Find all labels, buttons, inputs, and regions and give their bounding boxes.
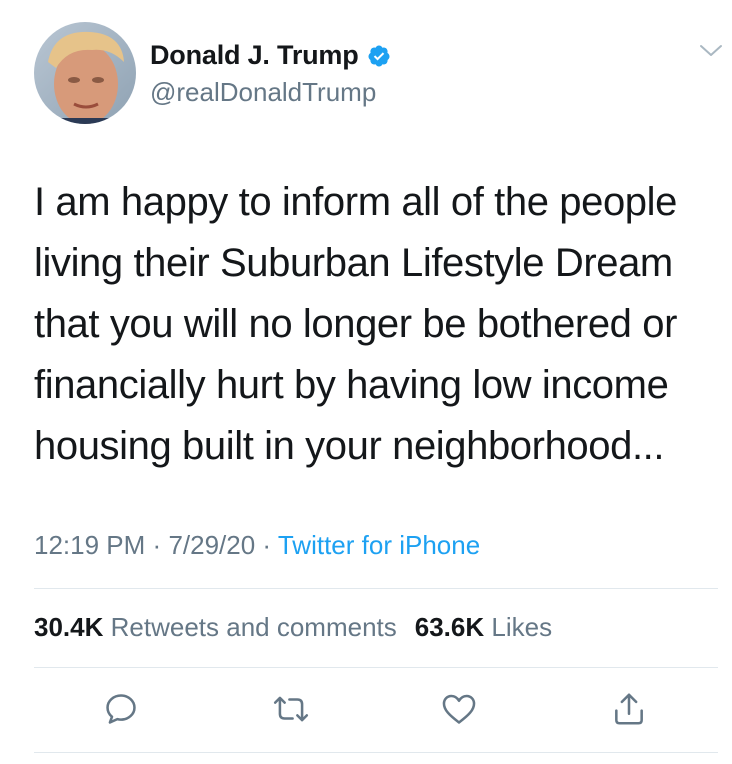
- retweets-label: Retweets and comments: [110, 612, 397, 642]
- retweet-icon: [273, 696, 309, 722]
- divider: [34, 588, 718, 589]
- verified-badge-icon: [367, 44, 391, 68]
- retweets-stat[interactable]: 30.4K Retweets and comments: [34, 612, 397, 642]
- tweet-date[interactable]: 7/29/20: [168, 530, 255, 560]
- tweet-text: I am happy to inform all of the people l…: [34, 180, 678, 468]
- likes-count: 63.6K: [414, 612, 485, 642]
- author-handle[interactable]: @realDonaldTrump: [150, 77, 391, 108]
- chevron-down-icon[interactable]: [698, 42, 724, 60]
- tweet-source-link[interactable]: Twitter for iPhone: [278, 530, 480, 560]
- avatar[interactable]: [34, 22, 136, 124]
- reply-button[interactable]: [102, 690, 140, 728]
- tweet-actions: [0, 690, 732, 730]
- share-button[interactable]: [610, 690, 648, 728]
- heart-icon: [442, 694, 476, 724]
- meta-separator: ·: [152, 530, 162, 560]
- reply-icon: [106, 694, 136, 724]
- likes-stat[interactable]: 63.6K Likes: [415, 612, 552, 642]
- author-names: Donald J. Trump @realDonaldTrump: [150, 40, 391, 108]
- like-button[interactable]: [440, 690, 478, 728]
- tweet-stats: 30.4K Retweets and comments 63.6K Likes: [34, 612, 552, 643]
- share-icon: [615, 693, 643, 725]
- retweet-button[interactable]: [272, 690, 310, 728]
- divider: [34, 667, 718, 668]
- divider: [34, 752, 718, 753]
- meta-separator: ·: [262, 530, 272, 560]
- tweet-time[interactable]: 12:19 PM: [34, 530, 145, 560]
- tweet-header: Donald J. Trump @realDonaldTrump: [34, 20, 724, 130]
- display-name-row: Donald J. Trump: [150, 40, 391, 71]
- tweet-meta: 12:19 PM · 7/29/20 · Twitter for iPhone: [34, 530, 480, 561]
- display-name[interactable]: Donald J. Trump: [150, 40, 359, 71]
- likes-label: Likes: [491, 612, 553, 642]
- retweets-count: 30.4K: [34, 612, 104, 642]
